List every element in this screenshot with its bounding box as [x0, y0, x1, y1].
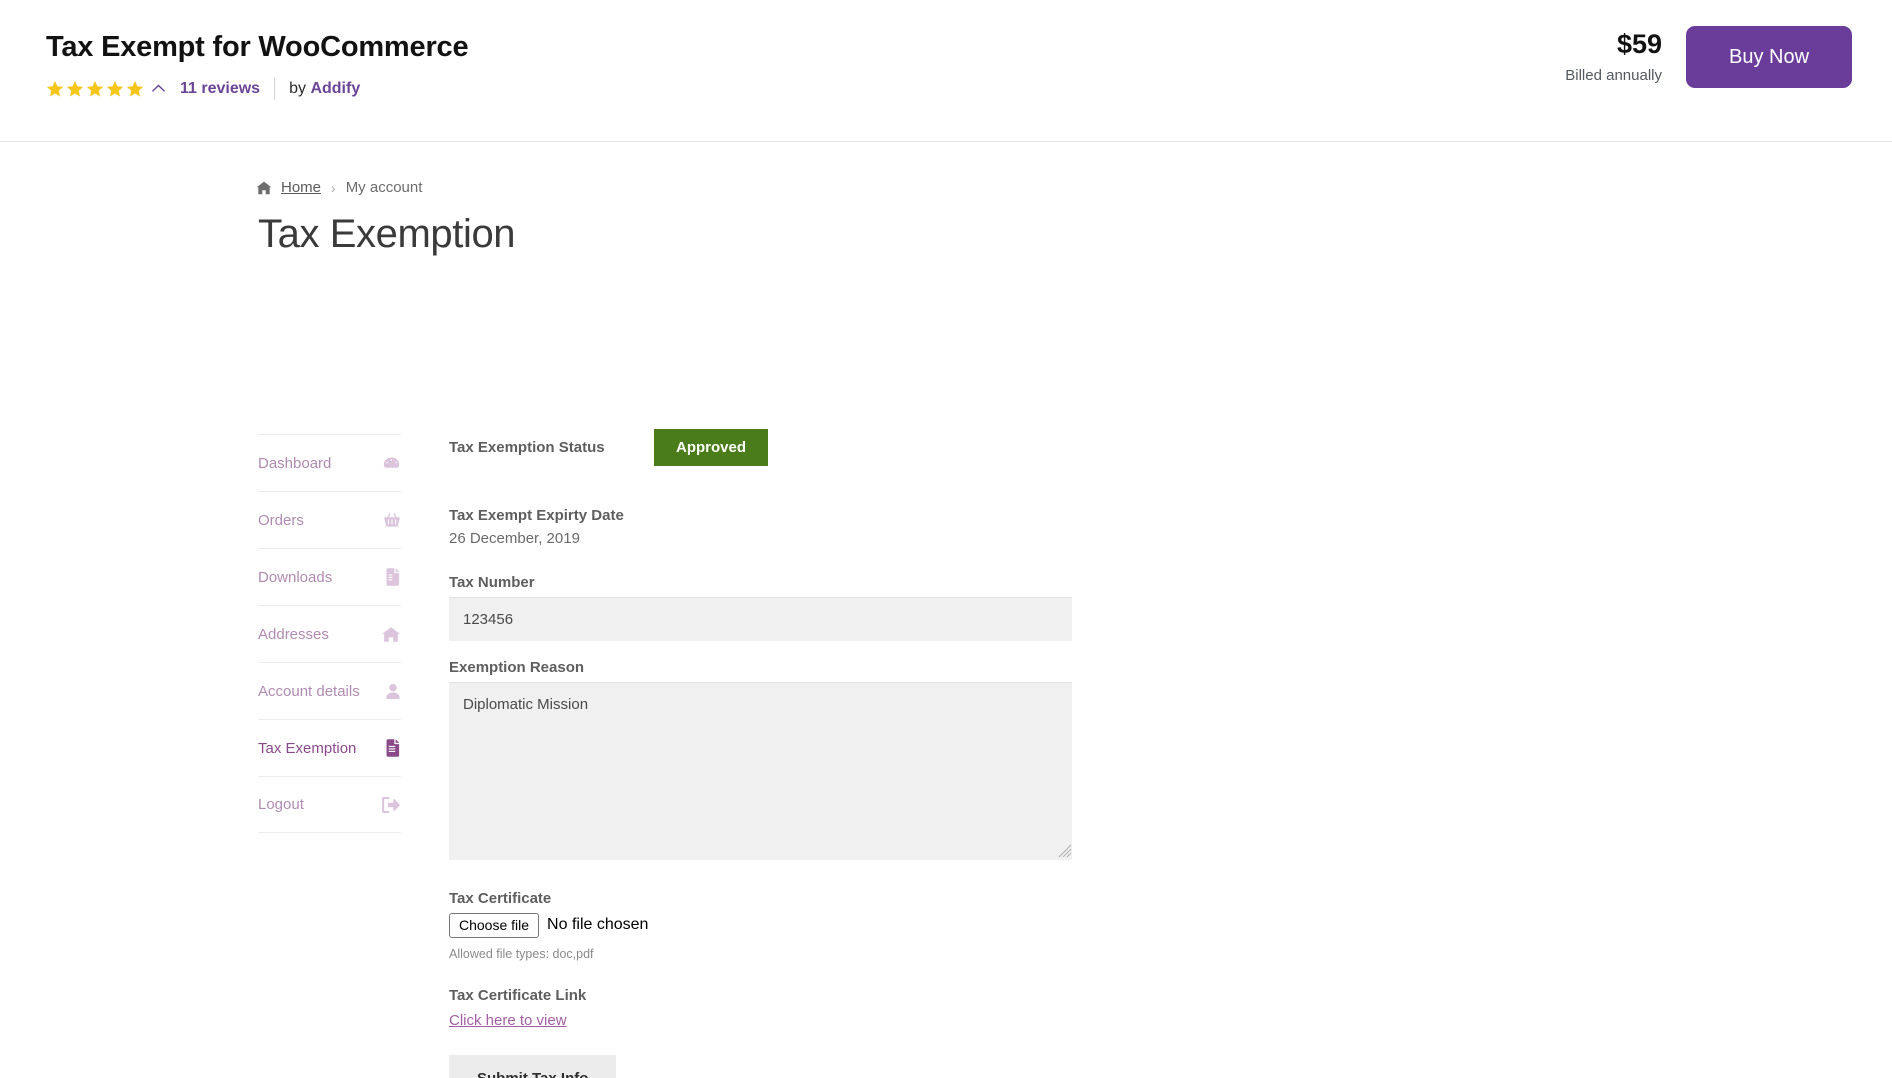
sign-out-icon — [382, 796, 400, 813]
allowed-file-types-hint: Allowed file types: doc,pdf — [449, 946, 594, 961]
tax-exemption-status-label: Tax Exemption Status — [449, 438, 605, 456]
product-title: Tax Exempt for WooCommerce — [46, 31, 469, 63]
rating-divider — [274, 77, 276, 100]
file-upload-row: Choose file No file chosen — [449, 913, 1074, 938]
exemption-reason-field: Exemption Reason Diplomatic Mission — [449, 659, 1074, 860]
sidebar-item-downloads[interactable]: Downloads — [258, 548, 401, 605]
author-link[interactable]: Addify — [310, 80, 360, 97]
sidebar-item-orders[interactable]: Orders — [258, 491, 401, 548]
choose-file-button[interactable]: Choose file — [449, 913, 540, 938]
tax-exemption-form: Tax Exemption Status Approved Tax Exempt… — [449, 427, 1074, 1078]
tax-number-input[interactable]: 123456 — [449, 597, 1072, 641]
expiry-date-label: Tax Exempt Expirty Date — [449, 507, 624, 524]
sidebar-item-addresses[interactable]: Addresses — [258, 605, 401, 662]
tax-exemption-status-row: Tax Exemption Status Approved — [449, 427, 1074, 467]
price-value: $59 — [1616, 28, 1662, 59]
rating-row: 11 reviews by Addify — [46, 77, 468, 100]
tax-certificate-field: Tax Certificate Choose file No file chos… — [449, 890, 1074, 961]
sidebar-item-label: Dashboard — [258, 454, 332, 472]
user-icon — [386, 683, 400, 699]
buy-now-button[interactable]: Buy Now — [1686, 26, 1852, 88]
star-icon — [106, 80, 124, 97]
breadcrumb: Home › My account — [256, 179, 422, 196]
sidebar-item-label: Downloads — [258, 568, 333, 586]
sidebar-item-label: Logout — [258, 796, 304, 813]
billing-note: Billed annually — [1565, 67, 1662, 85]
chevron-up-icon[interactable] — [151, 81, 166, 96]
header-right-group: $59 Billed annually Buy Now — [1565, 26, 1852, 88]
exemption-reason-textarea[interactable]: Diplomatic Mission — [449, 682, 1072, 860]
breadcrumb-home-link[interactable]: Home — [281, 179, 321, 196]
tachometer-icon — [383, 457, 400, 468]
account-navigation: Dashboard Orders Downloads Addresses Acc… — [258, 434, 401, 833]
page-title: Tax Exemption — [258, 212, 516, 256]
tax-certificate-view-link[interactable]: Click here to view — [449, 1012, 567, 1029]
sidebar-item-tax-exemption[interactable]: Tax Exemption — [258, 719, 401, 776]
price-block: $59 Billed annually — [1565, 28, 1662, 85]
sidebar-item-label: Tax Exemption — [258, 739, 357, 757]
reviews-link[interactable]: 11 reviews — [180, 80, 260, 98]
page-root: Tax Exempt for WooCommerce 11 reviews by… — [0, 0, 1892, 1078]
basket-icon — [384, 512, 400, 527]
expiry-date-value: 26 December, 2019 — [449, 530, 580, 547]
star-icon — [46, 80, 64, 97]
tax-certificate-link-field: Tax Certificate Link Click here to view — [449, 987, 1074, 1030]
tax-number-field: Tax Number 123456 — [449, 574, 1074, 641]
author-byline: by Addify — [289, 80, 360, 98]
sidebar-item-logout[interactable]: Logout — [258, 776, 401, 833]
tax-certificate-label: Tax Certificate — [449, 890, 552, 907]
star-icon — [126, 80, 144, 97]
header-left-group: Tax Exempt for WooCommerce 11 reviews by… — [46, 31, 469, 100]
sidebar-item-label: Orders — [258, 511, 304, 529]
product-header-bar: Tax Exempt for WooCommerce 11 reviews by… — [0, 0, 1892, 142]
sidebar-item-label: Account details — [258, 682, 360, 700]
breadcrumb-current: My account — [345, 179, 423, 196]
home-icon — [256, 181, 272, 194]
submit-tax-info-button[interactable]: Submit Tax Info — [449, 1054, 617, 1078]
status-badge: Approved — [654, 428, 769, 466]
star-icon — [66, 80, 84, 97]
tax-certificate-link-label: Tax Certificate Link — [449, 986, 587, 1004]
by-prefix: by — [289, 79, 306, 97]
file-chosen-status: No file chosen — [547, 916, 649, 934]
file-text-icon — [386, 739, 400, 757]
star-icon — [86, 80, 104, 97]
expiry-date-field: Tax Exempt Expirty Date 26 December, 201… — [449, 507, 1074, 548]
star-rating — [46, 80, 144, 98]
file-download-icon — [386, 568, 400, 586]
house-icon — [382, 626, 400, 642]
sidebar-item-label: Addresses — [258, 625, 329, 643]
exemption-reason-label: Exemption Reason — [449, 659, 585, 676]
tax-number-label: Tax Number — [449, 574, 535, 591]
breadcrumb-separator: › — [331, 179, 336, 196]
sidebar-item-account-details[interactable]: Account details — [258, 662, 401, 719]
sidebar-item-dashboard[interactable]: Dashboard — [258, 434, 401, 491]
